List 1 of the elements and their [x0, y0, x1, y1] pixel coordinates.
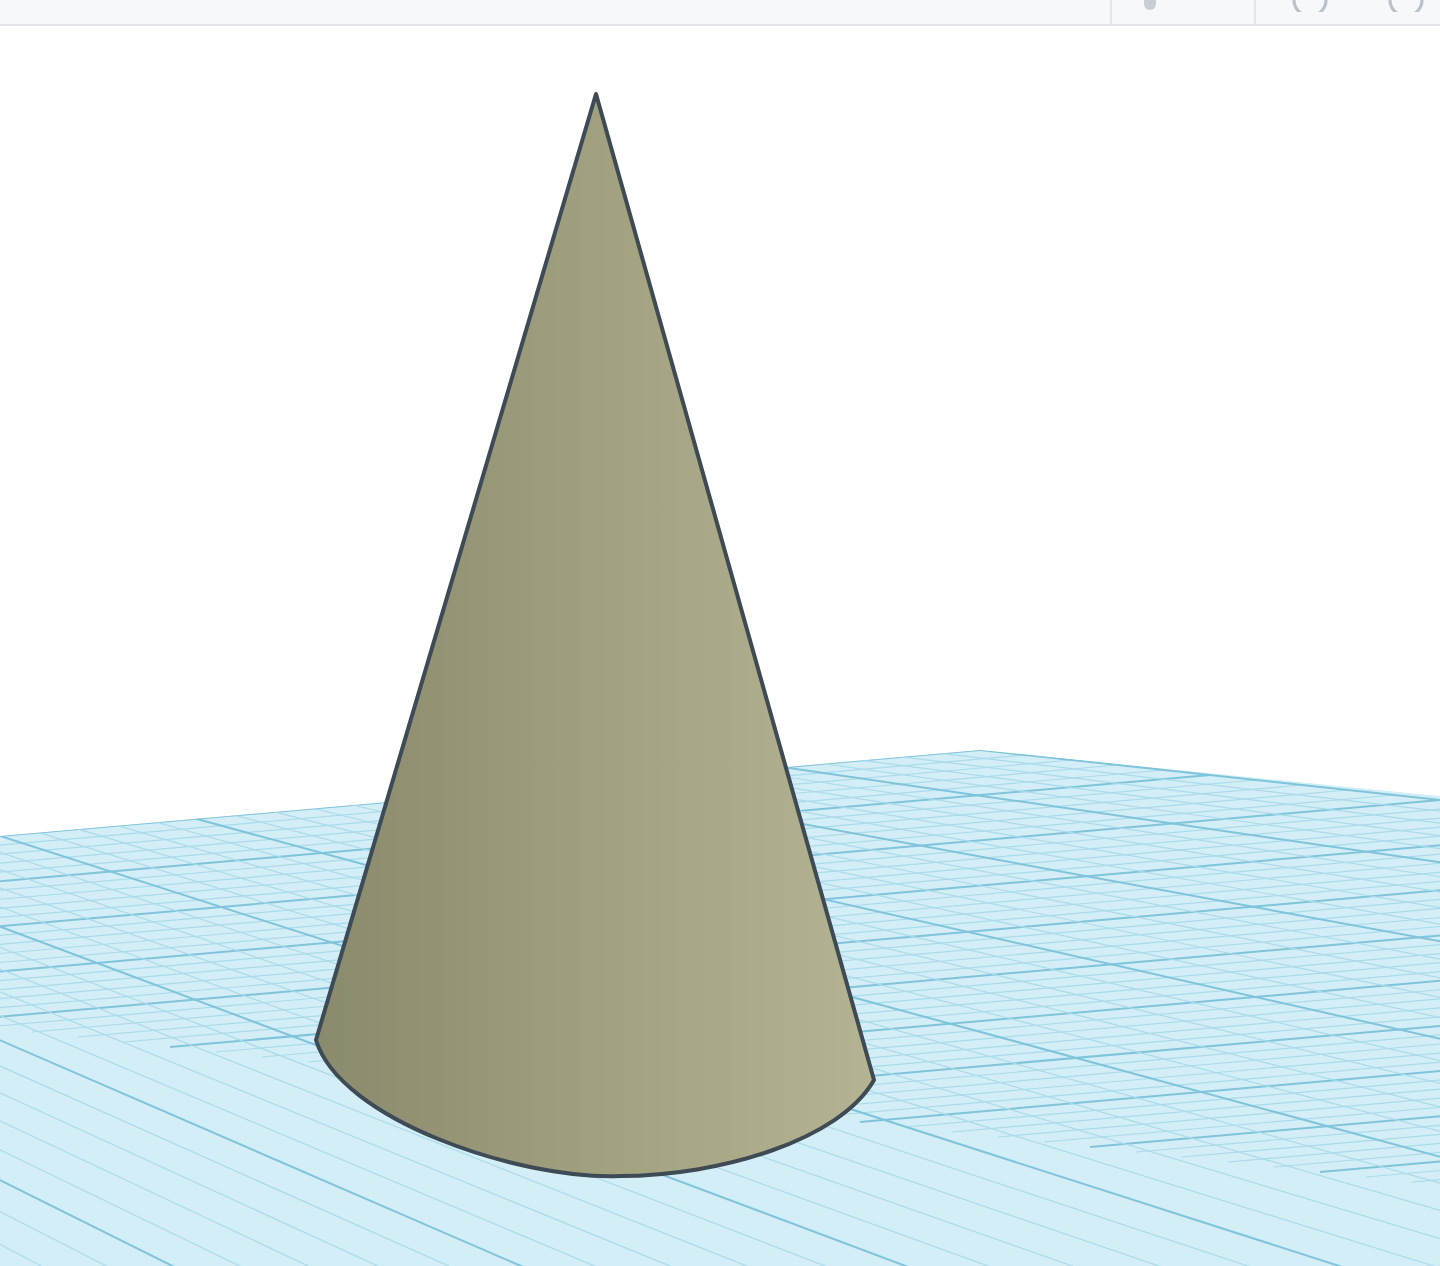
cone-drawing[interactable] [314, 92, 876, 1178]
